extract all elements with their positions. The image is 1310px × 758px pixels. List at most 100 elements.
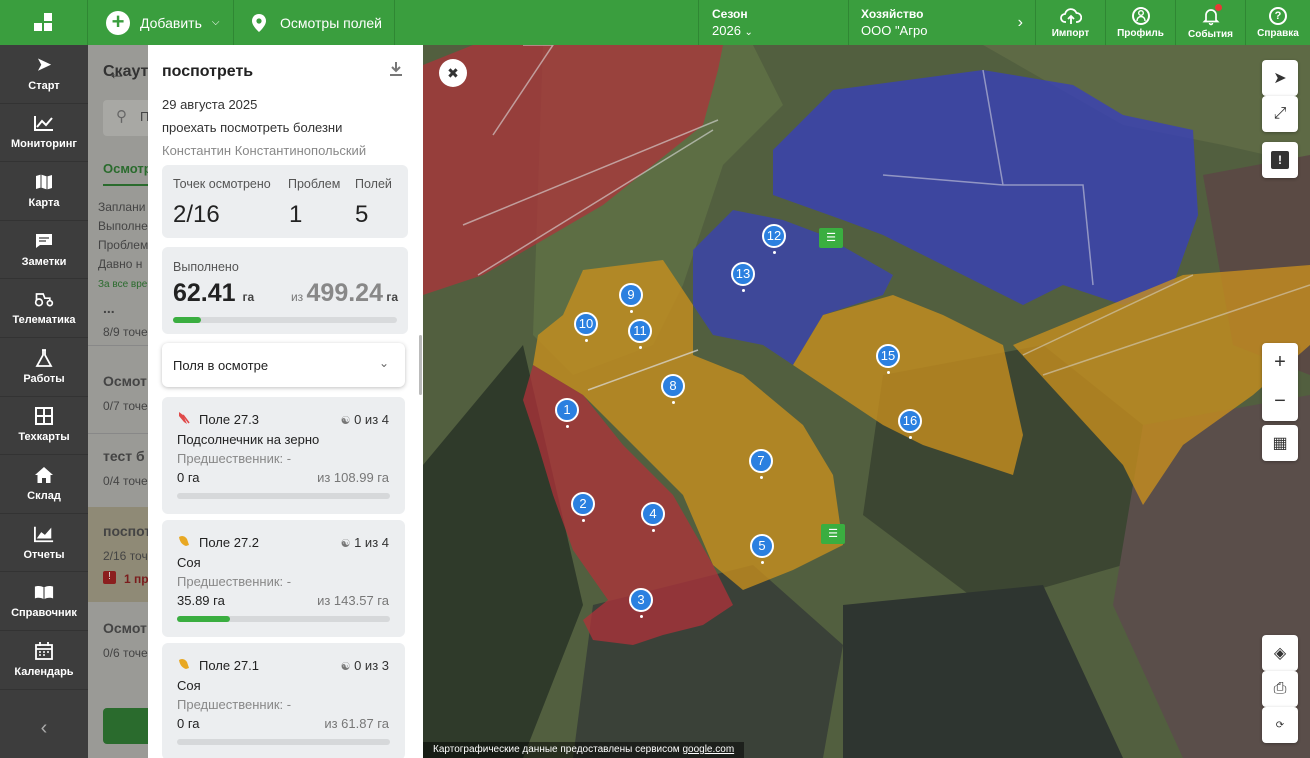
field-progress-bar xyxy=(177,493,390,499)
nav-item-monitoring[interactable]: Мониторинг xyxy=(0,104,88,163)
filter-item[interactable]: Выполне xyxy=(98,219,148,233)
nav-item-notes[interactable]: Заметки xyxy=(0,221,88,280)
zoom-out-button[interactable]: − xyxy=(1262,382,1298,421)
field-count-text: 0 из 4 xyxy=(354,412,389,427)
field-crop: Подсолнечник на зерно xyxy=(177,432,320,447)
layers-button[interactable]: ◈ xyxy=(1262,635,1298,671)
point-pin-13[interactable]: 13 xyxy=(731,262,755,292)
help-button[interactable]: ? Справка xyxy=(1246,0,1310,45)
season-value-row: 2026 ⌄ xyxy=(712,23,848,38)
field-points-count: ☯ 1 из 4 xyxy=(341,535,389,550)
nav-item-techcards[interactable]: Техкарты xyxy=(0,397,88,456)
field-name: Поле 27.2 xyxy=(199,535,260,550)
problem-count: 1 пр xyxy=(124,572,148,586)
point-pin-5[interactable]: 5 xyxy=(750,534,774,564)
map-view[interactable]: ✖ 1 2 3 4 5 7 8 9 10 11 12 13 15 16 ☰ ☰ … xyxy=(423,45,1310,758)
search-icon: ⚲ xyxy=(116,108,127,125)
nav-item-calendar[interactable]: Календарь xyxy=(0,631,88,690)
add-button[interactable]: + Добавить ⌵ xyxy=(88,0,234,45)
chevron-down-icon: ⌄ xyxy=(744,27,753,38)
download-icon[interactable] xyxy=(389,61,403,82)
done-of-label: из xyxy=(290,290,304,304)
chevron-down-icon: ⌵ xyxy=(211,17,220,28)
note-marker-icon[interactable]: ☰ xyxy=(819,228,843,248)
point-pin-8[interactable]: 8 xyxy=(661,374,685,404)
navigation-arrow-icon: ➤ xyxy=(1273,70,1287,87)
panel-scrollbar[interactable] xyxy=(419,335,422,395)
grid-icon xyxy=(34,407,54,426)
zoom-control: + − xyxy=(1262,343,1298,421)
create-button[interactable] xyxy=(103,708,148,744)
fullscreen-button[interactable]: ⤢ xyxy=(1262,96,1298,132)
field-card[interactable]: Поле 27.1 ☯ 0 из 3 Соя Предшественник: -… xyxy=(162,643,405,758)
point-pin-16[interactable]: 16 xyxy=(898,409,922,439)
tractor-icon xyxy=(34,290,54,308)
nav-item-reference[interactable]: Справочник xyxy=(0,572,88,631)
filter-item[interactable]: Проблем xyxy=(98,238,148,252)
note-marker-icon[interactable]: ☰ xyxy=(821,524,845,544)
field-done-area: 0 га xyxy=(177,470,200,485)
alert-button[interactable]: ! xyxy=(1262,142,1298,178)
list-item-meta: 0/6 точе xyxy=(103,646,148,660)
print-button[interactable]: ⎙ xyxy=(1262,671,1298,707)
help-label: Справка xyxy=(1257,27,1299,39)
season-selector[interactable]: Сезон 2026 ⌄ xyxy=(698,0,849,45)
add-label: Добавить xyxy=(140,14,202,31)
list-item[interactable] xyxy=(88,345,148,435)
locate-button[interactable]: ➤ xyxy=(1262,60,1298,96)
point-pin-12[interactable]: 12 xyxy=(762,224,786,254)
chevron-down-icon: ⌄ xyxy=(378,356,389,370)
import-button[interactable]: Импорт xyxy=(1036,0,1106,45)
point-pin-1[interactable]: 1 xyxy=(555,398,579,428)
point-pin-2[interactable]: 2 xyxy=(571,492,595,522)
field-card[interactable]: Поле 27.2 ☯ 1 из 4 Соя Предшественник: -… xyxy=(162,520,405,637)
3d-rotate-icon: ⟳ xyxy=(1275,719,1285,731)
scout-tab[interactable]: Осмотр xyxy=(103,161,148,176)
point-pin-4[interactable]: 4 xyxy=(641,502,665,532)
events-button[interactable]: События xyxy=(1176,0,1246,45)
nav-label: Мониторинг xyxy=(11,138,77,151)
nav-collapse-button[interactable]: ‹ xyxy=(0,698,88,758)
nav-item-reports[interactable]: Отчеты xyxy=(0,514,88,573)
field-crop: Соя xyxy=(177,555,201,570)
profile-button[interactable]: Профиль xyxy=(1106,0,1176,45)
farm-key: Хозяйство xyxy=(861,7,924,21)
field-card[interactable]: Поле 27.3 ☯ 0 из 4 Подсолнечник на зерно… xyxy=(162,397,405,514)
point-pin-11[interactable]: 11 xyxy=(628,319,652,349)
profile-icon xyxy=(1131,6,1150,25)
nav-item-warehouse[interactable]: Склад xyxy=(0,455,88,514)
map-icon xyxy=(34,173,54,191)
3d-button[interactable]: ⟳ xyxy=(1262,707,1298,743)
point-pin-15[interactable]: 15 xyxy=(876,344,900,374)
nav-item-telematics[interactable]: Телематика xyxy=(0,279,88,338)
point-pin-7[interactable]: 7 xyxy=(749,449,773,479)
field-inspections-button[interactable]: Осмотры полей xyxy=(234,0,395,45)
nav-item-map[interactable]: Карта xyxy=(0,162,88,221)
list-item-meta: 0/7 точе xyxy=(103,399,148,413)
list-item[interactable] xyxy=(88,433,148,507)
soy-icon xyxy=(177,534,191,551)
notification-dot xyxy=(1214,3,1222,11)
field-total-area: из 108.99 га xyxy=(317,470,389,485)
nav-item-works[interactable]: Работы xyxy=(0,338,88,397)
point-pin-3[interactable]: 3 xyxy=(629,588,653,618)
filter-item[interactable]: Заплани xyxy=(98,200,145,214)
done-value-row: 62.41 га xyxy=(173,279,254,308)
point-pin-9[interactable]: 9 xyxy=(619,283,643,313)
fields-dropdown[interactable]: Поля в осмотре ⌄ xyxy=(162,343,405,387)
map-imagery xyxy=(423,45,1310,758)
map-tools-button[interactable]: ✖ xyxy=(439,59,467,87)
attribution-link[interactable]: google.com xyxy=(682,744,734,755)
nav-item-start[interactable]: ➤ Старт xyxy=(0,45,88,104)
farm-selector[interactable]: Хозяйство ООО "Агро › xyxy=(849,0,1036,45)
zoom-in-button[interactable]: + xyxy=(1262,343,1298,382)
field-progress-fill xyxy=(177,616,231,622)
all-time-link[interactable]: За все вре xyxy=(98,279,147,290)
app-logo[interactable] xyxy=(0,0,88,45)
legend-button[interactable]: ▦ xyxy=(1262,425,1298,461)
layers-icon: ◈ xyxy=(1273,645,1287,662)
filter-item[interactable]: Давно н xyxy=(98,257,142,271)
season-value: 2026 xyxy=(712,23,741,38)
chevron-right-icon: › xyxy=(1017,14,1023,31)
point-pin-10[interactable]: 10 xyxy=(574,312,598,342)
